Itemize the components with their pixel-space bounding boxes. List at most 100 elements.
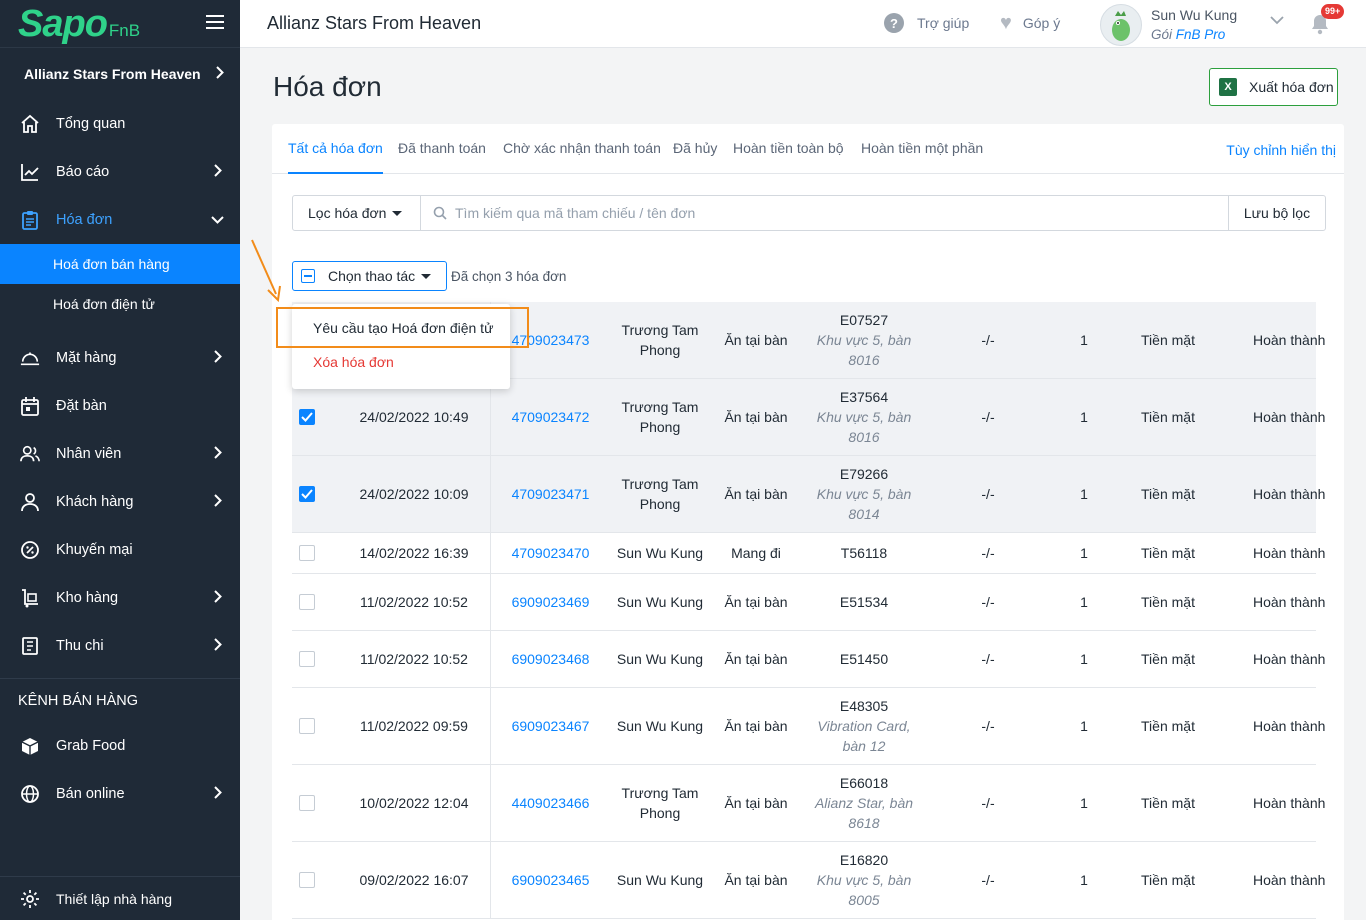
feedback-link[interactable]: ♥ Góp ý <box>1000 13 1060 33</box>
top-header: Allianz Stars From Heaven ? Trợ giúp ♥ G… <box>240 0 1366 48</box>
sidebar-item-customers[interactable]: Khách hàng <box>0 478 240 526</box>
row-checkbox-cell[interactable] <box>292 842 322 918</box>
row-checkbox[interactable] <box>299 795 315 811</box>
sidebar-item-online-sales[interactable]: Bán online <box>0 770 240 818</box>
sidebar-item-reports[interactable]: Báo cáo <box>0 148 240 196</box>
row-checkbox-cell[interactable] <box>292 533 322 573</box>
row-checkbox[interactable] <box>299 545 315 561</box>
receipt-icon <box>20 636 40 656</box>
search-input[interactable]: Tìm kiếm qua mã tham chiếu / tên đơn <box>421 196 1228 230</box>
brand-bar: Sapo FnB <box>0 0 240 48</box>
row-checkbox-cell[interactable] <box>292 688 322 764</box>
invoice-code-link[interactable]: 4709023470 <box>490 533 610 573</box>
table-row[interactable]: 11/02/2022 10:52 6909023468 Sun Wu Kung Ăn … <box>292 631 1325 688</box>
invoice-code-link[interactable]: 6909023465 <box>490 842 610 918</box>
row-checkbox-cell[interactable] <box>292 379 322 455</box>
sidebar-subitem-e-invoices[interactable]: Hoá đơn điện tử <box>0 284 240 324</box>
sidebar-item-grab-food[interactable]: Grab Food <box>0 722 240 770</box>
user-menu[interactable]: Sun Wu Kung Gói FnB Pro <box>1100 4 1237 46</box>
table-area: 8005 <box>848 892 880 908</box>
item-quantity: 1 <box>1080 795 1088 811</box>
save-filter-button[interactable]: Lưu bộ lọc <box>1228 196 1325 230</box>
help-link[interactable]: ? Trợ giúp <box>884 13 969 33</box>
tab-partial-refund[interactable]: Hoàn tiền một phần <box>861 140 983 174</box>
table-area: 8618 <box>848 815 880 831</box>
table-row[interactable]: 24/02/2022 10:09 4709023471 Trương Tam Phon… <box>292 456 1325 533</box>
order-type: Ăn tại bàn <box>724 872 788 888</box>
sidebar-item-promotions[interactable]: Khuyến mại <box>0 526 240 574</box>
table-info: T56118 <box>804 533 924 573</box>
tab-awaiting-payment[interactable]: Chờ xác nhận thanh toán <box>503 140 661 174</box>
invoice-code-link[interactable]: 4709023471 <box>490 456 610 532</box>
row-checkbox[interactable] <box>299 409 315 425</box>
sidebar-subitem-label: Hoá đơn điện tử <box>53 296 155 312</box>
help-label: Trợ giúp <box>917 15 970 31</box>
restaurant-settings[interactable]: Thiết lập nhà hàng <box>0 876 240 920</box>
sidebar-item-invoices[interactable]: Hóa đơn <box>0 196 240 244</box>
staff-name-line: Phong <box>639 805 681 821</box>
table-info: E51450 <box>804 631 924 687</box>
tab-cancelled[interactable]: Đã hủy <box>673 140 717 174</box>
invoice-date: 09/02/2022 16:07 <box>359 872 469 888</box>
customize-display-link[interactable]: Tùy chỉnh hiển thị <box>1226 142 1336 158</box>
table-row[interactable]: 11/02/2022 10:52 6909023469 Sun Wu Kung Ăn … <box>292 574 1325 631</box>
bulk-action-select[interactable]: Chọn thao tác <box>292 261 447 291</box>
payment-method: Tiền mặt <box>1141 651 1195 667</box>
tab-paid[interactable]: Đã thanh toán <box>398 140 486 174</box>
invoice-filter-select[interactable]: Lọc hóa đơn <box>293 196 421 230</box>
delete-invoice-option[interactable]: Xóa hóa đơn <box>313 354 394 370</box>
table-code: E66018 <box>839 775 889 791</box>
row-checkbox[interactable] <box>299 872 315 888</box>
table-row[interactable]: 09/02/2022 16:07 6909023465 Sun Wu Kung Ăn … <box>292 842 1325 919</box>
row-checkbox-cell[interactable] <box>292 765 322 841</box>
sidebar-item-overview[interactable]: Tổng quan <box>0 100 240 148</box>
table-row[interactable]: 14/02/2022 16:39 4709023470 Sun Wu Kung Man… <box>292 533 1325 574</box>
collapse-menu-icon[interactable] <box>206 15 224 31</box>
sidebar-item-products[interactable]: Mặt hàng <box>0 334 240 382</box>
tab-full-refund[interactable]: Hoàn tiền toàn bộ <box>733 140 844 174</box>
row-checkbox[interactable] <box>299 651 315 667</box>
sidebar-item-staff[interactable]: Nhân viên <box>0 430 240 478</box>
staff-name-line: Sun Wu Kung <box>616 872 704 888</box>
table-code: E16820 <box>839 852 889 868</box>
sidebar-item-inventory[interactable]: Kho hàng <box>0 574 240 622</box>
staff-name-line: Phong <box>639 342 681 358</box>
invoice-code-link[interactable]: 6909023469 <box>490 574 610 630</box>
store-switcher[interactable]: Allianz Stars From Heaven <box>0 48 240 100</box>
sidebar-item-reservations[interactable]: Đặt bàn <box>0 382 240 430</box>
table-row[interactable]: 24/02/2022 10:49 4709023472 Trương Tam Phon… <box>292 379 1325 456</box>
table-code: E48305 <box>839 698 889 714</box>
sidebar-item-label: Đặt bàn <box>56 398 107 414</box>
invoice-staff: Trương Tam Phong <box>610 765 710 841</box>
tab-all-invoices[interactable]: Tất cả hóa đơn <box>288 140 383 174</box>
invoice-date: 11/02/2022 09:59 <box>360 718 468 734</box>
row-checkbox[interactable] <box>299 486 315 502</box>
payment-method: Tiền mặt <box>1141 332 1195 348</box>
row-checkbox-cell[interactable] <box>292 574 322 630</box>
order-type: Ăn tại bàn <box>724 409 788 425</box>
staff-name-line: Sun Wu Kung <box>616 545 704 561</box>
search-icon <box>433 206 447 220</box>
invoice-code-link[interactable]: 6909023468 <box>490 631 610 687</box>
row-checkbox-cell[interactable] <box>292 456 322 532</box>
row-checkbox[interactable] <box>299 718 315 734</box>
row-checkbox[interactable] <box>299 594 315 610</box>
sidebar-item-label: Grab Food <box>56 738 126 754</box>
invoice-code-link[interactable]: 6909023467 <box>490 688 610 764</box>
export-invoice-button[interactable]: X Xuất hóa đơn <box>1209 68 1338 106</box>
table-row[interactable]: 11/02/2022 09:59 6909023467 Sun Wu Kung Ăn … <box>292 688 1325 765</box>
sapo-logo[interactable]: Sapo FnB <box>18 5 140 43</box>
item-quantity: 1 <box>1080 545 1088 561</box>
item-quantity: 1 <box>1080 872 1088 888</box>
sidebar-item-cashbook[interactable]: Thu chi <box>0 622 240 670</box>
table-row[interactable]: 10/02/2022 12:04 4409023466 Trương Tam Phon… <box>292 765 1325 842</box>
search-placeholder: Tìm kiếm qua mã tham chiếu / tên đơn <box>455 205 696 221</box>
chevron-down-icon[interactable] <box>1270 16 1284 25</box>
row-checkbox-cell[interactable] <box>292 631 322 687</box>
invoice-code-link[interactable]: 4709023472 <box>490 379 610 455</box>
customer-info: -/- <box>981 486 995 502</box>
deselect-all-checkbox[interactable] <box>301 269 315 283</box>
invoice-code-link[interactable]: 4409023466 <box>490 765 610 841</box>
sidebar-subitem-sales-invoices[interactable]: Hoá đơn bán hàng <box>0 244 240 284</box>
item-quantity: 1 <box>1080 651 1088 667</box>
